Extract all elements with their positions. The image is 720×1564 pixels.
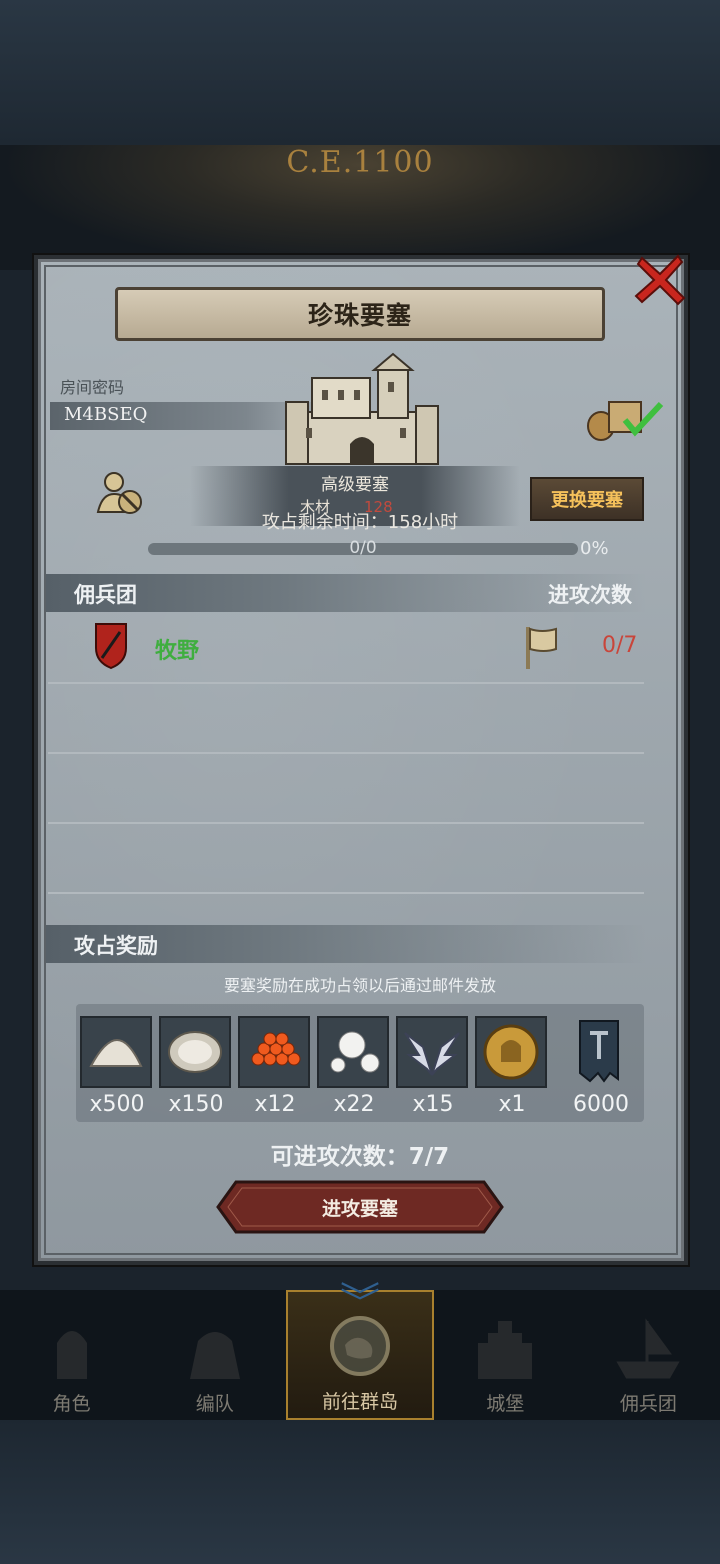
room-code[interactable]: M4BSEQ <box>64 404 147 425</box>
available-attacks: 可进攻次数：7/7 <box>270 1144 450 1170</box>
attack-fortress-label[interactable]: 进攻要塞 <box>216 1180 504 1234</box>
roe-icon <box>238 1016 310 1088</box>
pearl-icon <box>317 1016 389 1088</box>
title-banner: 珍珠要塞 <box>115 287 605 341</box>
mercenary-header: 佣兵团 <box>74 583 137 607</box>
remaining-time: 攻占剩余时间：158小时 <box>261 512 459 533</box>
no-entry-player-icon[interactable] <box>96 470 146 516</box>
mercenary-name: 牧野 <box>155 639 200 664</box>
bottom-nav: 角色 编队 ︾ 前往群岛 城堡 佣兵团 <box>0 1283 720 1420</box>
background-bottom <box>0 1420 720 1564</box>
progress-percent: 0% <box>580 538 609 559</box>
soldier-group-icon <box>189 1332 240 1379</box>
progress-text: 0/0 <box>349 538 377 558</box>
wing-emblem-icon <box>396 1016 468 1088</box>
flag-icon <box>526 627 557 669</box>
reward-item[interactable]: x12 <box>238 1016 312 1117</box>
salt-pile-icon <box>80 1016 152 1088</box>
nav-tab-castle[interactable]: 城堡 <box>434 1290 577 1420</box>
reward-item[interactable]: x500 <box>80 1016 154 1117</box>
empty-row <box>48 754 644 824</box>
mercenary-attacks: 0/7 <box>602 633 638 658</box>
dialog-title: 珍珠要塞 <box>307 301 412 330</box>
nav-tab-mercenary[interactable]: 佣兵团 <box>577 1290 720 1420</box>
gold-helmet-coin-icon <box>475 1016 547 1088</box>
ship-icon <box>616 1318 680 1379</box>
nav-tab-islands[interactable]: ︾ 前往群岛 <box>286 1283 434 1420</box>
loot-bag-check-icon[interactable] <box>585 396 665 442</box>
fortress-level: 高级要塞 <box>321 475 389 495</box>
castle-icon <box>285 352 439 465</box>
reward-item[interactable]: x15 <box>396 1016 470 1117</box>
shield-sword-icon <box>95 623 127 670</box>
reward-item[interactable]: x1 <box>475 1016 549 1117</box>
reward-item[interactable]: x22 <box>317 1016 391 1117</box>
empty-row <box>48 824 644 894</box>
attacks-header: 进攻次数 <box>548 583 632 607</box>
rewards-note: 要塞奖励在成功占领以后通过邮件发放 <box>223 976 496 995</box>
knight-icon <box>56 1331 87 1379</box>
era-label: C.E.1100 <box>286 145 434 180</box>
nav-tab-formation[interactable]: 编队 <box>143 1290 286 1420</box>
compass-map-icon <box>330 1316 390 1376</box>
empty-row <box>48 684 644 754</box>
reward-item[interactable]: 6000 <box>563 1016 637 1117</box>
reward-item[interactable]: x150 <box>159 1016 233 1117</box>
room-password-label: 房间密码 <box>60 378 125 397</box>
oyster-icon <box>159 1016 231 1088</box>
nav-tab-character[interactable]: 角色 <box>0 1290 143 1420</box>
castle-nav-icon <box>478 1321 533 1379</box>
rewards-header: 攻占奖励 <box>74 934 158 958</box>
background-top <box>0 0 720 145</box>
swap-fortress-button[interactable]: 更换要塞 <box>530 477 644 521</box>
banner-icon <box>563 1016 635 1088</box>
close-icon[interactable] <box>632 250 688 308</box>
